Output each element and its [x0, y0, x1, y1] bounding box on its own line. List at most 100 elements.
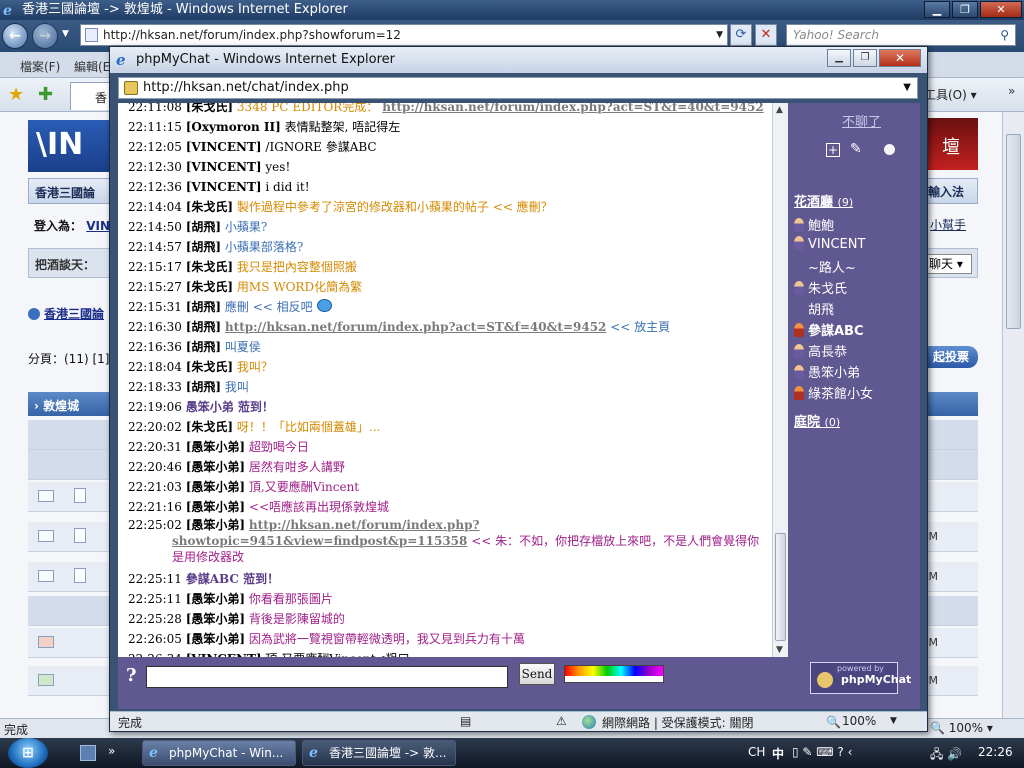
popup-maximize-button[interactable]: ❐: [853, 49, 877, 67]
login-user-link[interactable]: VIN: [86, 219, 110, 233]
scroll-up-icon[interactable]: ▲: [776, 105, 783, 115]
chat-message: 22:16:30 [胡飛] http://hksan.net/forum/ind…: [128, 317, 768, 337]
ime-language[interactable]: CH: [748, 745, 765, 759]
edit-icon[interactable]: ✎: [850, 141, 862, 157]
popup-zoom-level[interactable]: 100%: [842, 714, 876, 728]
page-scrollbar[interactable]: [1002, 112, 1024, 718]
user-list-item[interactable]: 參謀ABC: [794, 320, 864, 339]
messages-scrollbar[interactable]: ▲ ▼: [772, 103, 788, 657]
message-link[interactable]: http://hksan.net/forum/index.php?act=ST&…: [382, 103, 763, 114]
message-nick[interactable]: [愚笨小弟]: [186, 612, 245, 626]
chat-message: 22:26:05 [愚笨小弟] 因為武將一覽視窗帶輕微透明，我又見到兵力有十萬: [128, 629, 768, 649]
zoom-icon[interactable]: 🔍: [826, 715, 841, 729]
message-nick[interactable]: [朱戈氏]: [186, 420, 233, 434]
taskbar-item-forum[interactable]: e 香港三國論壇 -> 敦...: [302, 740, 456, 766]
message-nick[interactable]: [胡飛]: [186, 320, 221, 334]
zoom-dropdown-icon[interactable]: ▼: [890, 716, 897, 726]
add-favorite-icon[interactable]: ✚: [38, 84, 53, 105]
address-dropdown-icon[interactable]: ▼: [903, 78, 911, 98]
send-button[interactable]: Send: [519, 663, 555, 685]
help-icon[interactable]: ?: [126, 665, 137, 686]
search-icon[interactable]: ⚲: [1000, 25, 1009, 45]
message-nick[interactable]: [愚笨小弟]: [186, 632, 245, 646]
message-nick[interactable]: [愚笨小弟]: [186, 460, 245, 474]
breadcrumb[interactable]: 香港三國論: [28, 305, 104, 322]
back-zoom-level[interactable]: 🔍 100% ▾: [930, 721, 993, 735]
message-input[interactable]: [146, 666, 508, 688]
user-list-item[interactable]: 朱戈氏: [794, 278, 847, 297]
room-title-courtyard[interactable]: 庭院 (0): [794, 411, 840, 430]
scroll-down-icon[interactable]: ▼: [776, 645, 783, 655]
clock[interactable]: 22:26: [978, 745, 1013, 759]
scrollbar-thumb[interactable]: [775, 533, 786, 641]
tools-menu[interactable]: 工具(O) ▾: [924, 86, 977, 103]
menu-edit[interactable]: 編輯(E: [74, 58, 110, 75]
taskbar-item-phpmychat[interactable]: e phpMyChat - Win...: [142, 740, 296, 766]
phpmychat-logo[interactable]: powered by phpMyChat: [810, 662, 911, 694]
message-nick[interactable]: [朱戈氏]: [186, 260, 233, 274]
chat-room-select[interactable]: 聊天 ▾: [926, 254, 972, 274]
stop-button[interactable]: ✕: [755, 24, 777, 46]
message-nick[interactable]: [Oxymoron II]: [186, 120, 281, 134]
address-dropdown-icon[interactable]: ▼: [716, 25, 723, 45]
status-dot-icon[interactable]: [884, 144, 895, 155]
user-list-item[interactable]: 鮑鮑: [794, 215, 834, 234]
message-link[interactable]: http://hksan.net/forum/index.php?act=ST&…: [225, 320, 606, 334]
user-list-item[interactable]: 胡飛: [794, 299, 834, 318]
popup-close-button[interactable]: ✕: [879, 49, 921, 67]
message-nick[interactable]: [愚笨小弟]: [186, 518, 245, 532]
moderator-icon: [794, 386, 804, 400]
message-nick[interactable]: [胡飛]: [186, 300, 221, 314]
message-nick[interactable]: [胡飛]: [186, 240, 221, 254]
message-nick[interactable]: [愚笨小弟]: [186, 500, 245, 514]
leave-chat-link[interactable]: 不聊了: [842, 111, 881, 130]
room-title-main[interactable]: 花酒廳 (9): [794, 191, 853, 210]
message-text: 小蘋果?: [224, 220, 268, 234]
message-nick[interactable]: [愚笨小弟]: [186, 480, 245, 494]
ime-toolbar-icons[interactable]: ▯ ✎ ⌨ ? ‹: [792, 745, 852, 759]
back-button[interactable]: ←: [2, 23, 28, 49]
ime-mode[interactable]: 中: [772, 745, 784, 762]
message-nick[interactable]: [VINCENT]: [186, 140, 262, 154]
popup-address-bar[interactable]: http://hksan.net/chat/index.php ▼: [118, 77, 918, 99]
user-list-item[interactable]: VINCENT: [794, 236, 865, 252]
close-button[interactable]: ✕: [980, 1, 1022, 18]
message-nick[interactable]: [朱戈氏]: [186, 200, 233, 214]
refresh-button[interactable]: ⟳: [730, 24, 752, 46]
color-picker[interactable]: [564, 665, 664, 683]
quicklaunch-chevron-icon[interactable]: »: [108, 744, 115, 758]
message-nick[interactable]: [愚笨小弟]: [186, 592, 245, 606]
show-desktop-icon[interactable]: [80, 745, 96, 761]
back-address-bar[interactable]: http://hksan.net/forum/index.php?showfor…: [80, 24, 728, 46]
popup-minimize-button[interactable]: ▁: [827, 49, 851, 67]
pager[interactable]: 分頁：(11) [1]: [28, 350, 109, 367]
start-poll-button[interactable]: 起投票: [924, 346, 978, 368]
more-chevron-icon[interactable]: »: [1008, 84, 1015, 98]
scrollbar-thumb[interactable]: [1006, 134, 1021, 329]
user-list-item[interactable]: ~路人~: [794, 257, 856, 276]
user-list-item[interactable]: 綠茶館小女: [794, 383, 873, 402]
expand-icon[interactable]: +: [826, 143, 840, 157]
user-list-item[interactable]: 高長恭: [794, 341, 847, 360]
maximize-button[interactable]: ❐: [952, 1, 978, 18]
message-nick[interactable]: [胡飛]: [186, 380, 221, 394]
history-dropdown-icon[interactable]: ▼: [62, 29, 69, 39]
menu-file[interactable]: 檔案(F): [20, 58, 60, 75]
message-nick[interactable]: [VINCENT]: [186, 180, 262, 194]
forward-button[interactable]: →: [32, 23, 58, 49]
start-button[interactable]: ⊞: [8, 738, 48, 768]
message-nick[interactable]: [愚笨小弟]: [186, 440, 245, 454]
minimize-button[interactable]: ▁: [924, 1, 950, 18]
message-nick[interactable]: [胡飛]: [186, 340, 221, 354]
message-nick[interactable]: [朱戈氏]: [186, 103, 233, 114]
search-input[interactable]: Yahoo! Search ⚲: [786, 24, 1016, 46]
message-nick[interactable]: [胡飛]: [186, 220, 221, 234]
network-volume-icons[interactable]: 🖧 🔊: [930, 745, 962, 766]
user-list-item[interactable]: 愚笨小弟: [794, 362, 860, 381]
favorites-star-icon[interactable]: ★: [8, 84, 24, 105]
helper-link[interactable]: 小幫手: [930, 216, 966, 233]
message-nick[interactable]: [朱戈氏]: [186, 360, 233, 374]
message-nick[interactable]: [VINCENT]: [186, 160, 262, 174]
message-nick[interactable]: [朱戈氏]: [186, 280, 233, 294]
input-method-link[interactable]: 輸入法: [924, 178, 978, 204]
